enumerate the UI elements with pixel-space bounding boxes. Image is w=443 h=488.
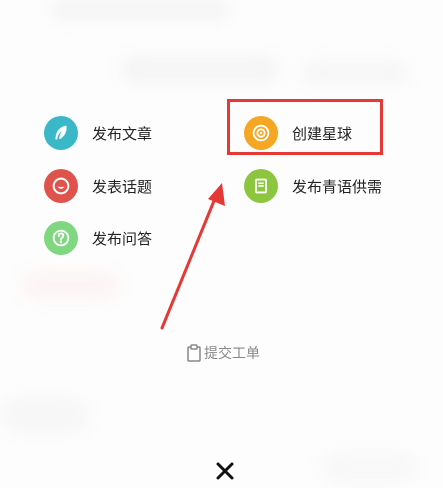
- publish-question-button[interactable]: 发布问答: [44, 221, 152, 255]
- feather-icon: [44, 116, 78, 150]
- background-blur-5: [0, 395, 90, 435]
- publish-request-label: 发布青语供需: [292, 177, 383, 196]
- publish-article-button[interactable]: 发布文章: [44, 116, 152, 150]
- speech-bubble-icon: [44, 169, 78, 203]
- background-blur-3: [300, 60, 410, 85]
- background-blur-4: [20, 270, 120, 300]
- background-blur-2: [120, 55, 280, 85]
- background-blur-6: [320, 450, 420, 485]
- submit-ticket-label: 提交工单: [204, 346, 260, 362]
- submit-ticket-link[interactable]: 提交工单: [186, 343, 260, 363]
- clipboard-icon: [187, 344, 201, 362]
- publish-article-label: 发布文章: [92, 124, 153, 143]
- publish-question-label: 发布问答: [92, 229, 153, 248]
- publish-request-button[interactable]: 发布青语供需: [244, 169, 382, 203]
- close-button[interactable]: [212, 458, 238, 484]
- question-mark-icon: [44, 221, 78, 255]
- publish-topic-button[interactable]: 发表话题: [44, 169, 152, 203]
- background-blur-1: [50, 0, 230, 20]
- publish-topic-label: 发表话题: [92, 177, 153, 196]
- close-icon: [216, 462, 234, 480]
- bookmark-doc-icon: [244, 169, 278, 203]
- highlight-box: [227, 99, 383, 155]
